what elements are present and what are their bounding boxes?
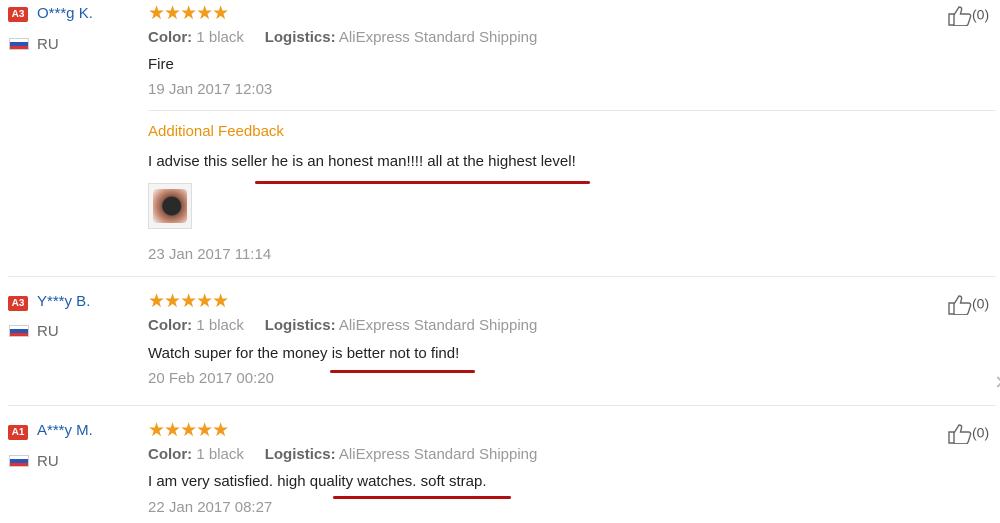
logistics-value: AliExpress Standard Shipping [338,29,538,46]
additional-feedback-date: 23 Jan 2017 11:14 [148,246,272,263]
color-value: 1 black [196,29,244,46]
buyer-country: RU [37,36,59,53]
logistics-label: Logistics: [264,29,336,46]
color-value: 1 black [196,317,244,334]
review-text: Watch super for the money is better not … [148,345,460,362]
buyer-country: RU [37,453,59,470]
thumbs-up-icon [948,6,972,27]
like-count: (0) [972,6,990,23]
like-button[interactable]: (0) [948,295,990,316]
russia-flag-icon [9,325,29,337]
like-button[interactable]: (0) [948,424,990,445]
review-text: I am very satisfied. high quality watche… [148,473,487,490]
color-label: Color: [148,446,193,463]
review-text: Fire [148,56,174,73]
order-info: Color: 1 black Logistics: AliExpress Sta… [148,29,537,46]
logistics-label: Logistics: [264,446,336,463]
order-info: Color: 1 black Logistics: AliExpress Sta… [148,317,537,334]
logistics-value: AliExpress Standard Shipping [338,446,538,463]
buyer-name-link[interactable]: A***y M. [37,422,93,439]
buyer-name-link[interactable]: O***g K. [37,5,93,22]
russia-flag-icon [9,455,29,467]
buyer-level-badge: A1 [8,425,28,440]
logistics-value: AliExpress Standard Shipping [338,317,538,334]
buyer-country: RU [37,323,59,340]
like-count: (0) [972,295,990,312]
color-label: Color: [148,29,193,46]
scroll-arrow-icon[interactable] [992,376,1000,388]
red-underline-mark [333,496,511,499]
logistics-label: Logistics: [264,317,336,334]
red-underline-mark [255,181,590,184]
order-info: Color: 1 black Logistics: AliExpress Sta… [148,446,537,463]
red-underline-mark [330,370,475,373]
color-value: 1 black [196,446,244,463]
thumbs-up-icon [948,424,972,445]
like-count: (0) [972,424,990,441]
thumbs-up-icon [948,295,972,316]
review-date: 19 Jan 2017 12:03 [148,81,273,98]
review-photo-thumbnail[interactable] [148,183,192,229]
additional-feedback-text: I advise this seller he is an honest man… [148,153,576,170]
rating-stars: ★★★★★ [148,3,229,24]
additional-feedback-label: Additional Feedback [148,123,284,140]
buyer-level-badge: A3 [8,7,28,22]
review-date: 20 Feb 2017 00:20 [148,370,274,387]
rating-stars: ★★★★★ [148,420,229,441]
rating-stars: ★★★★★ [148,291,229,312]
review-date: 22 Jan 2017 08:27 [148,499,273,516]
buyer-name-link[interactable]: Y***y B. [37,293,90,310]
color-label: Color: [148,317,193,334]
like-button[interactable]: (0) [948,6,990,27]
buyer-level-badge: A3 [8,296,28,311]
russia-flag-icon [9,38,29,50]
